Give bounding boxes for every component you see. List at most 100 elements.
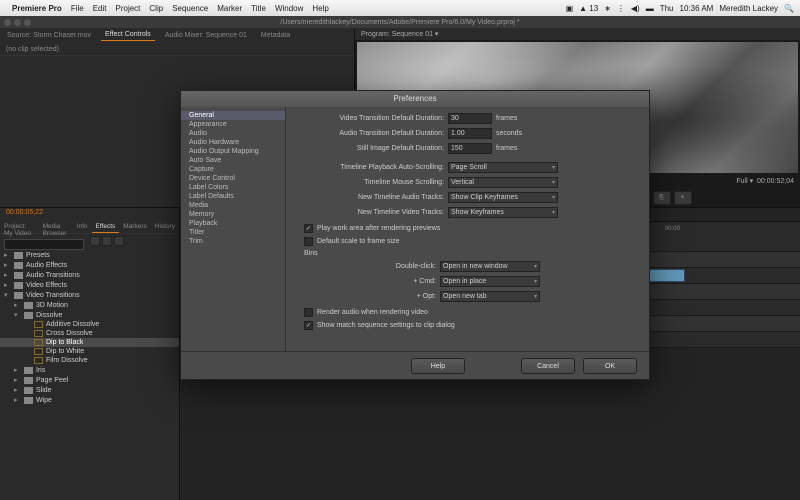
battery-icon[interactable]: ▬: [646, 4, 654, 13]
dbl-select[interactable]: Open in new window: [440, 261, 540, 272]
menu-clip[interactable]: Clip: [149, 4, 163, 13]
effect-folder[interactable]: ▸Wipe: [0, 395, 179, 405]
prefs-category-titler[interactable]: Titler: [181, 228, 285, 237]
clock-time[interactable]: 10:36 AM: [680, 4, 714, 13]
tab-source[interactable]: Source: Storm Chaser.mov: [3, 30, 95, 41]
volume-icon[interactable]: ◀): [631, 4, 640, 13]
menu-project[interactable]: Project: [116, 4, 141, 13]
prefs-category-audio[interactable]: Audio: [181, 129, 285, 138]
menubar-icon[interactable]: ▣: [566, 4, 574, 13]
newaud-select[interactable]: Show Clip Keyframes: [448, 192, 558, 203]
folder-icon: [24, 302, 33, 309]
still-input[interactable]: [448, 143, 492, 154]
prefs-category-general[interactable]: General: [181, 111, 285, 120]
effect-folder[interactable]: ▸3D Motion: [0, 300, 179, 310]
fx-filter-icon[interactable]: [90, 236, 100, 246]
folder-icon: [24, 312, 33, 319]
prefs-category-auto-save[interactable]: Auto Save: [181, 156, 285, 165]
tab-media-browser[interactable]: Media Browser: [39, 220, 73, 233]
menu-marker[interactable]: Marker: [217, 4, 242, 13]
effect-icon: [34, 321, 43, 328]
close-icon[interactable]: [4, 19, 11, 26]
spotlight-icon[interactable]: 🔍: [784, 4, 794, 13]
prefs-category-media[interactable]: Media: [181, 201, 285, 210]
effect-folder[interactable]: ▸Audio Effects: [0, 260, 179, 270]
effect-item[interactable]: Additive Dissolve: [0, 320, 179, 329]
prefs-categories[interactable]: GeneralAppearanceAudioAudio HardwareAudi…: [181, 107, 286, 351]
prefs-category-appearance[interactable]: Appearance: [181, 120, 285, 129]
newvid-select[interactable]: Show Keyframes: [448, 207, 558, 218]
menu-window[interactable]: Window: [275, 4, 303, 13]
prefs-category-playback[interactable]: Playback: [181, 219, 285, 228]
prefs-category-capture[interactable]: Capture: [181, 165, 285, 174]
prefs-category-audio-hardware[interactable]: Audio Hardware: [181, 138, 285, 147]
menu-title[interactable]: Title: [251, 4, 266, 13]
item-label: 3D Motion: [36, 302, 68, 309]
effect-folder[interactable]: ▸Presets: [0, 250, 179, 260]
effect-folder[interactable]: ▸Audio Transitions: [0, 270, 179, 280]
playhead-timecode[interactable]: 00:00:05;22: [0, 208, 179, 220]
menu-sequence[interactable]: Sequence: [172, 4, 208, 13]
effect-folder[interactable]: ▸Slide: [0, 385, 179, 395]
fx-yuv-icon[interactable]: [114, 236, 124, 246]
menu-file[interactable]: File: [71, 4, 84, 13]
default-scale-checkbox[interactable]: [304, 237, 313, 246]
app-menu[interactable]: Premiere Pro: [12, 4, 62, 13]
tab-info[interactable]: Info: [73, 220, 92, 233]
program-timecode[interactable]: 00:00:52;04: [757, 178, 794, 185]
effect-folder[interactable]: ▸Video Effects: [0, 280, 179, 290]
prefs-category-device-control[interactable]: Device Control: [181, 174, 285, 183]
aud-trans-input[interactable]: [448, 128, 492, 139]
tab-audio-mixer[interactable]: Audio Mixer: Sequence 01: [161, 30, 251, 41]
tab-history[interactable]: History: [151, 220, 179, 233]
ruler-tick: 00:00: [665, 226, 680, 232]
fit-menu[interactable]: Full ▾: [736, 178, 753, 185]
tab-effects[interactable]: Effects: [92, 220, 120, 233]
effect-folder[interactable]: ▾Dissolve: [0, 310, 179, 320]
prefs-category-label-defaults[interactable]: Label Defaults: [181, 192, 285, 201]
effect-folder[interactable]: ▸Page Peel: [0, 375, 179, 385]
prefs-category-audio-output-mapping[interactable]: Audio Output Mapping: [181, 147, 285, 156]
play-after-render-checkbox[interactable]: ✓: [304, 224, 313, 233]
show-match-checkbox[interactable]: ✓: [304, 321, 313, 330]
help-button[interactable]: Help: [411, 358, 465, 374]
notif-icon[interactable]: ▲ 13: [579, 4, 598, 13]
effect-folder[interactable]: ▾Video Transitions: [0, 290, 179, 300]
fx-32bit-icon[interactable]: [102, 236, 112, 246]
effect-item[interactable]: Dip to Black: [0, 338, 179, 347]
prefs-category-label-colors[interactable]: Label Colors: [181, 183, 285, 192]
tab-metadata[interactable]: Metadata: [257, 30, 294, 41]
effect-folder[interactable]: ▸Iris: [0, 365, 179, 375]
settings-button[interactable]: +: [674, 191, 692, 205]
tab-program[interactable]: Program: Sequence 01 ▾: [361, 31, 438, 38]
ok-button[interactable]: OK: [583, 358, 637, 374]
effect-item[interactable]: Cross Dissolve: [0, 329, 179, 338]
menu-edit[interactable]: Edit: [93, 4, 107, 13]
bluetooth-icon[interactable]: ∗: [604, 4, 611, 13]
prefs-category-memory[interactable]: Memory: [181, 210, 285, 219]
effects-tree[interactable]: ▸Presets▸Audio Effects▸Audio Transitions…: [0, 248, 179, 500]
user-name[interactable]: Meredith Lackey: [719, 4, 778, 13]
clock-day[interactable]: Thu: [660, 4, 674, 13]
mouse-select[interactable]: Vertical: [448, 177, 558, 188]
effect-item[interactable]: Film Dissolve: [0, 356, 179, 365]
render-audio-checkbox[interactable]: [304, 308, 313, 317]
vid-trans-input[interactable]: [448, 113, 492, 124]
document-path: /Users/meredithlackey/Documents/Adobe/Pr…: [280, 19, 519, 26]
zoom-icon[interactable]: [24, 19, 31, 26]
wifi-icon[interactable]: ⋮: [617, 4, 625, 13]
tab-markers[interactable]: Markers: [119, 220, 150, 233]
menu-help[interactable]: Help: [312, 4, 328, 13]
tab-project[interactable]: Project: My Video: [0, 220, 39, 233]
scroll-select[interactable]: Page Scroll: [448, 162, 558, 173]
export-frame-button[interactable]: ⎘: [653, 191, 671, 205]
effect-icon: [34, 330, 43, 337]
cancel-button[interactable]: Cancel: [521, 358, 575, 374]
prefs-category-trim[interactable]: Trim: [181, 237, 285, 246]
effect-item[interactable]: Dip to White: [0, 347, 179, 356]
cmd-select[interactable]: Open in place: [440, 276, 540, 287]
tab-effect-controls[interactable]: Effect Controls: [101, 29, 155, 41]
minimize-icon[interactable]: [14, 19, 21, 26]
opt-select[interactable]: Open new tab: [440, 291, 540, 302]
item-label: Presets: [26, 252, 50, 259]
